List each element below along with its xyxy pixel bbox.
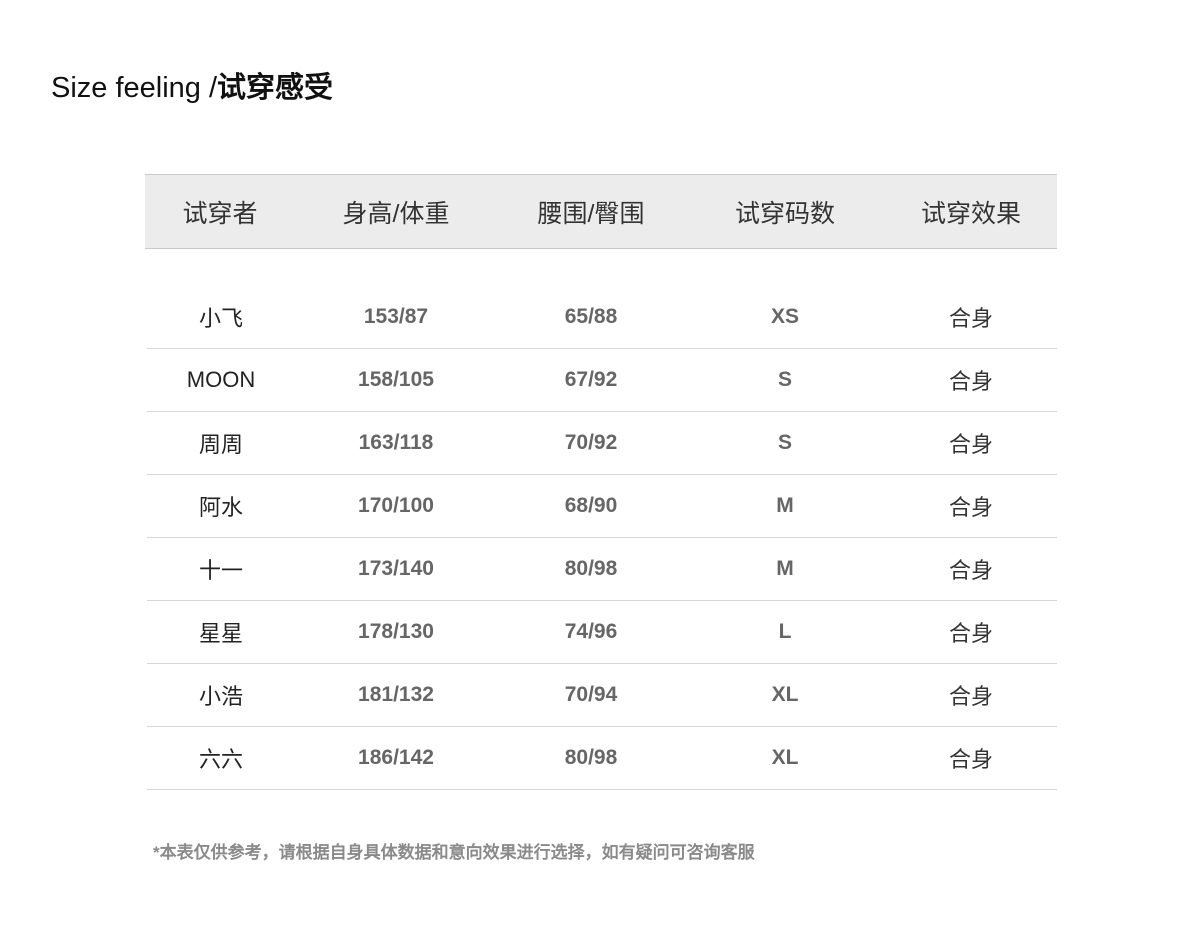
header-waist-hip: 腰围/臀围 [537,199,645,228]
cell-height-weight: 163/118 [358,431,434,454]
table-row: 阿水 170/100 68/90 M 合身 [147,475,1057,538]
cell-tester: 六六 [198,747,243,772]
cell-height-weight: 158/105 [358,368,434,391]
cell-fit: 合身 [948,306,993,331]
cell-waist-hip: 80/98 [564,746,618,769]
cell-tester: 十一 [198,558,243,583]
cell-tester: 阿水 [198,495,243,520]
cell-fit: 合身 [948,684,993,709]
cell-size: XS [770,305,799,328]
cell-size: M [776,494,794,517]
page-title: Size feeling /试穿感受 [51,68,333,108]
table-row: MOON 158/105 67/92 S 合身 [147,349,1057,412]
cell-waist-hip: 70/92 [564,431,618,454]
cell-size: XL [771,746,799,769]
cell-size: S [777,368,792,391]
cell-waist-hip: 65/88 [564,305,618,328]
cell-tester: 小浩 [198,684,243,709]
header-size: 试穿码数 [734,199,835,228]
cell-tester: 星星 [198,621,243,646]
size-feeling-table: 试穿者 身高/体重 腰围/臀围 试穿码数 试穿效果 小飞 153/87 65/8… [145,174,1057,790]
cell-height-weight: 178/130 [358,620,434,643]
cell-height-weight: 170/100 [358,494,434,517]
cell-waist-hip: 70/94 [564,683,618,706]
cell-waist-hip: 68/90 [564,494,618,517]
table-spacer [145,249,1057,286]
cell-tester: MOON [186,367,256,392]
cell-size: S [777,431,792,454]
cell-tester: 小飞 [198,306,243,331]
cell-height-weight: 153/87 [363,305,429,328]
cell-fit: 合身 [948,747,993,772]
table-row: 十一 173/140 80/98 M 合身 [147,538,1057,601]
table-row: 小浩 181/132 70/94 XL 合身 [147,664,1057,727]
header-tester: 试穿者 [182,199,258,228]
page-title-chinese: 试穿感受 [217,72,334,104]
cell-fit: 合身 [948,621,993,646]
cell-height-weight: 173/140 [358,557,434,580]
cell-fit: 合身 [948,495,993,520]
table-row: 星星 178/130 74/96 L 合身 [147,601,1057,664]
header-fit: 试穿效果 [920,199,1021,228]
cell-size: XL [771,683,799,706]
disclaimer-footnote: *本表仅供参考，请根据自身具体数据和意向效果进行选择，如有疑问可咨询客服 [153,843,755,862]
cell-fit: 合身 [948,558,993,583]
cell-size: L [778,620,792,643]
table-row: 周周 163/118 70/92 S 合身 [147,412,1057,475]
cell-height-weight: 181/132 [358,683,434,706]
cell-fit: 合身 [948,369,993,394]
page-title-english: Size feeling / [51,72,218,104]
cell-height-weight: 186/142 [358,746,434,769]
cell-waist-hip: 74/96 [564,620,618,643]
table-row: 小飞 153/87 65/88 XS 合身 [147,286,1057,349]
table-header-row: 试穿者 身高/体重 腰围/臀围 试穿码数 试穿效果 [145,174,1057,249]
cell-size: M [776,557,794,580]
table-row: 六六 186/142 80/98 XL 合身 [147,727,1057,790]
cell-tester: 周周 [198,432,243,457]
cell-fit: 合身 [948,432,993,457]
header-height-weight: 身高/体重 [342,199,450,228]
cell-waist-hip: 80/98 [564,557,618,580]
cell-waist-hip: 67/92 [564,368,618,391]
